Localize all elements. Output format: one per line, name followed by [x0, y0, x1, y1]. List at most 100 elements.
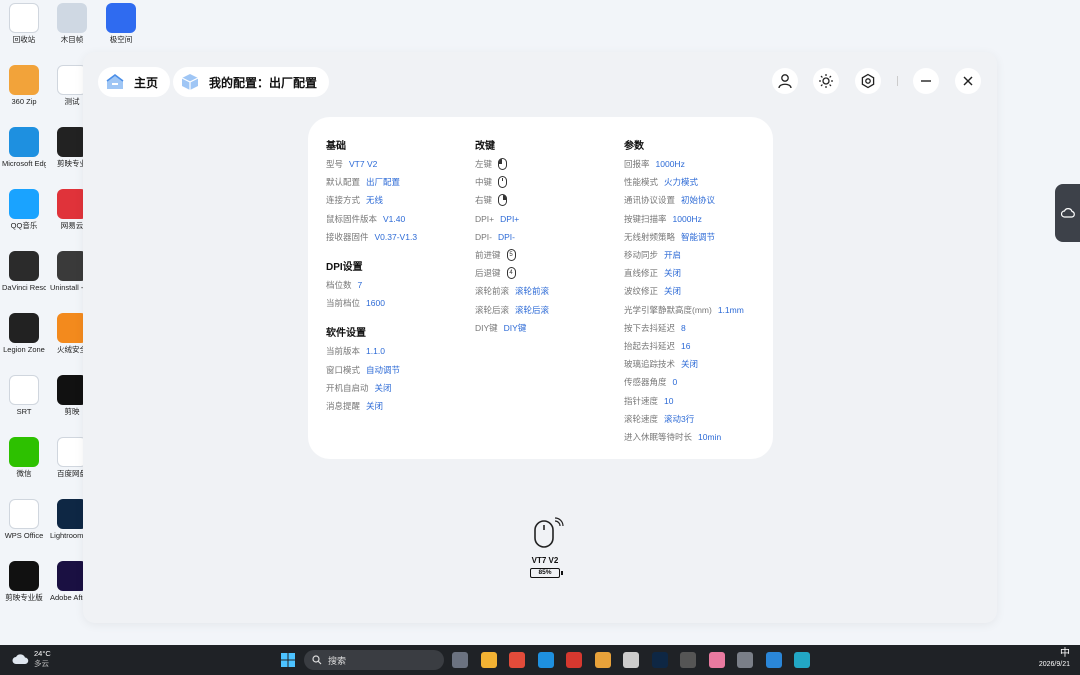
search-icon	[312, 655, 322, 665]
row-label: 当前版本	[326, 346, 361, 357]
row-label: 鼠标固件版本	[326, 213, 378, 224]
desktop: 回收站木目帧极空间360 Zip测试Microsoft Edge剪映专业QQ音乐…	[0, 0, 1080, 645]
row-label: 进入休眠等待时长	[624, 431, 693, 442]
config-row: DPI+ DPI+	[475, 210, 549, 228]
taskbar-app-icon[interactable]	[480, 652, 497, 668]
desktop-icon[interactable]: 极空间	[99, 3, 143, 44]
row-label: 按键扫描率	[624, 213, 667, 224]
row-label: 滚轮前滚	[475, 286, 510, 297]
desktop-icon[interactable]: Legion Zone	[2, 313, 46, 354]
desktop-icon-label: 木目帧	[60, 35, 84, 44]
config-row: 进入休眠等待时长 10min	[624, 428, 744, 446]
params-title: 参数	[624, 141, 644, 152]
taskbar-app-icon[interactable]	[680, 652, 696, 668]
taskbar-app-icon[interactable]	[794, 652, 810, 668]
keys-title: 改键	[475, 141, 495, 152]
row-value: 滚轮前滚	[515, 286, 550, 297]
app-icon	[9, 3, 39, 33]
desktop-icon[interactable]: Microsoft Edge	[2, 127, 46, 168]
row-label: 按下去抖延迟	[624, 322, 676, 333]
weather-desc: 多云	[34, 659, 49, 668]
desktop-icon[interactable]: 微信	[2, 437, 46, 478]
config-row: 通讯协议设置 初始协议	[624, 191, 744, 209]
config-row: 消息提醒 关闭	[326, 397, 417, 415]
brightness-button[interactable]	[813, 68, 839, 94]
home-tab[interactable]: 主页	[98, 67, 171, 97]
desktop-icon[interactable]: SRT	[2, 375, 46, 416]
minimize-button[interactable]	[913, 68, 939, 94]
taskbar-app-icon[interactable]	[509, 652, 525, 668]
row-label: 波纹修正	[624, 286, 659, 297]
side-panel-tab[interactable]	[1055, 184, 1080, 242]
row-value: 火力模式	[664, 177, 699, 188]
taskbar-app-icon[interactable]	[452, 652, 468, 668]
close-button[interactable]	[955, 68, 981, 94]
config-row: 右键	[475, 191, 549, 209]
row-value: 8	[681, 322, 686, 333]
desktop-icon[interactable]: 回收站	[2, 3, 46, 44]
desktop-icon-label: Legion Zone	[3, 345, 45, 354]
app-icon	[9, 65, 39, 95]
taskbar-app-icon[interactable]	[708, 652, 725, 668]
taskbar-app-icon[interactable]	[537, 652, 554, 668]
config-row: 性能模式 火力模式	[624, 173, 744, 191]
desktop-icon[interactable]: DaVinci Resolve	[2, 251, 46, 292]
row-value: 关闭	[664, 286, 682, 297]
row-label: 指针速度	[624, 395, 659, 406]
desktop-icon[interactable]: QQ音乐	[2, 189, 46, 230]
side-button-icon: 5	[506, 249, 516, 262]
row-label: 抬起去抖延迟	[624, 340, 676, 351]
taskbar-search[interactable]: 搜索	[304, 650, 444, 670]
battery-indicator: 85%	[530, 568, 563, 578]
row-value: 1.1.0	[366, 346, 385, 357]
taskbar-app-icon[interactable]	[594, 652, 611, 668]
config-row: 连接方式 无线	[326, 191, 417, 209]
desktop-icon[interactable]: 木目帧	[50, 3, 94, 44]
ime-indicator: 中	[1060, 648, 1070, 659]
row-label: 窗口模式	[326, 364, 361, 375]
row-value: 关闭	[374, 382, 392, 393]
app-icon	[9, 437, 39, 467]
config-row: 档位数 7	[326, 276, 417, 294]
config-row: 鼠标固件版本 V1.40	[326, 210, 417, 228]
app-icon	[106, 3, 136, 33]
device-status[interactable]: VT7 V2 85%	[520, 517, 570, 578]
windows-icon	[281, 653, 295, 667]
taskbar-app-icon[interactable]	[566, 652, 582, 668]
weather-widget[interactable]: 24°C 多云	[12, 649, 51, 669]
user-button[interactable]	[772, 68, 798, 94]
home-icon	[104, 71, 126, 93]
config-tab[interactable]: 我的配置：出厂配置	[173, 67, 330, 97]
row-value: VT7 V2	[349, 159, 378, 170]
taskbar-app-icon[interactable]	[623, 652, 639, 668]
row-label: 滚轮后滚	[475, 304, 510, 315]
settings-button[interactable]	[855, 68, 881, 94]
row-value: 10min	[698, 431, 722, 442]
row-value: 1.1mm	[717, 304, 744, 315]
desktop-icon[interactable]: 360 Zip	[2, 65, 46, 106]
start-button[interactable]	[280, 652, 296, 668]
row-label: 无线射频策略	[624, 231, 676, 242]
mouse-button-icon	[498, 158, 508, 171]
taskbar-app-icon[interactable]	[651, 652, 668, 668]
row-value: 关闭	[366, 400, 384, 411]
row-label: DPI-	[475, 231, 492, 242]
row-label: 开机自启动	[326, 382, 369, 393]
row-value: 0	[672, 377, 678, 388]
desktop-icon[interactable]: WPS Office	[2, 499, 46, 540]
app-icon	[9, 313, 39, 343]
battery-level: 85%	[538, 569, 552, 576]
row-label: 左键	[475, 159, 493, 170]
row-label: 通讯协议设置	[624, 195, 676, 206]
taskbar-app-icon[interactable]	[765, 652, 782, 668]
system-tray[interactable]: 中 2026/9/21	[1039, 648, 1070, 670]
desktop-icon[interactable]: 剪映专业版	[2, 561, 46, 602]
config-row: 回报率 1000Hz	[624, 155, 744, 173]
desktop-icon-label: 微信	[16, 469, 32, 478]
config-row: 默认配置 出厂配置	[326, 173, 417, 191]
config-row: 型号 VT7 V2	[326, 155, 417, 173]
row-value: 1000Hz	[655, 159, 685, 170]
row-label: 右键	[475, 195, 493, 206]
config-row: 开机自启动 关闭	[326, 379, 417, 397]
taskbar-app-icon[interactable]	[737, 652, 753, 668]
